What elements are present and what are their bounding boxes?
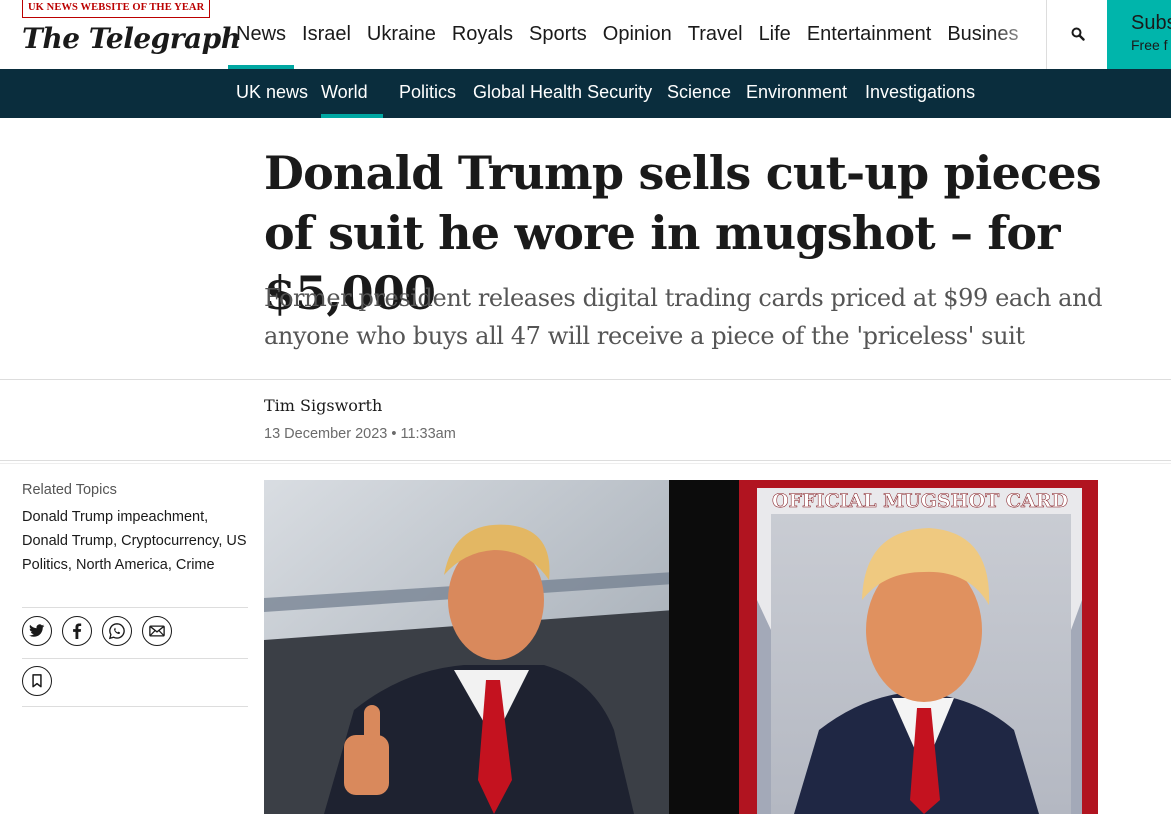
- search-icon: [1071, 27, 1085, 41]
- divider: [22, 706, 248, 707]
- divider: [0, 379, 1171, 380]
- nav-item-travel[interactable]: Travel: [680, 0, 751, 69]
- divider: [22, 607, 248, 608]
- subnav-item-uk-news[interactable]: UK news: [236, 69, 308, 115]
- subnav-item-global-health-security[interactable]: Global Health Security: [473, 69, 652, 115]
- nav-item-life[interactable]: Life: [751, 0, 799, 69]
- subscribe-title: Subs: [1131, 12, 1171, 34]
- author-name[interactable]: Tim Sigsworth: [264, 396, 382, 415]
- nav-item-royals[interactable]: Royals: [444, 0, 521, 69]
- nav-item-israel[interactable]: Israel: [294, 0, 359, 69]
- subscribe-button[interactable]: Subs Free f: [1107, 0, 1171, 69]
- award-badge: UK NEWS WEBSITE OF THE YEAR: [22, 0, 211, 18]
- share-facebook-button[interactable]: [62, 616, 92, 646]
- nav-item-sports[interactable]: Sports: [521, 0, 595, 69]
- top-bar: UK NEWS WEBSITE OF THE YEAR The Telegrap…: [0, 0, 1171, 69]
- bookmark-icon: [32, 674, 42, 688]
- article-standfirst: Former president releases digital tradin…: [264, 284, 1103, 350]
- subnav-active-indicator: [321, 114, 383, 118]
- related-topics-label: Related Topics: [22, 482, 117, 498]
- nav-fade: [990, 0, 1046, 69]
- telegraph-logo[interactable]: The Telegraph: [22, 22, 241, 55]
- nav-item-news[interactable]: News: [228, 0, 295, 69]
- save-article-button[interactable]: [22, 666, 52, 696]
- subnav-item-environment[interactable]: Environment: [746, 69, 847, 115]
- email-icon: [149, 625, 165, 637]
- whatsapp-icon: [108, 623, 125, 640]
- divider: [0, 463, 1171, 464]
- subnav-item-world[interactable]: World: [321, 69, 368, 115]
- publish-date: 13 December 2023 • 11:33am: [264, 426, 456, 442]
- share-twitter-button[interactable]: [22, 616, 52, 646]
- divider: [22, 658, 248, 659]
- subscribe-subtitle: Free f: [1131, 37, 1168, 53]
- main-nav: News Israel Ukraine Royals Sports Opinion Trav…: [228, 0, 1046, 69]
- subnav-item-investigations[interactable]: Investigations: [865, 69, 975, 115]
- card-caption: OFFICIAL MUGSHOT CARD: [772, 490, 1068, 512]
- search-button[interactable]: [1046, 0, 1108, 69]
- subnav-item-politics[interactable]: Politics: [399, 69, 456, 115]
- twitter-icon: [29, 624, 45, 637]
- article-image[interactable]: OFFICIAL MUGSHOT CARD: [264, 480, 1098, 814]
- nav-item-entertainment[interactable]: Entertainment: [799, 0, 940, 69]
- related-topics-list[interactable]: Donald Trump impeachment, Donald Trump, …: [22, 505, 248, 577]
- nav-item-opinion[interactable]: Opinion: [595, 0, 680, 69]
- section-nav: UK news World Politics Global Health Sec…: [0, 69, 1171, 118]
- nav-item-ukraine[interactable]: Ukraine: [359, 0, 444, 69]
- facebook-icon: [73, 623, 82, 639]
- divider: [0, 460, 1171, 461]
- subnav-item-science[interactable]: Science: [667, 69, 731, 115]
- share-whatsapp-button[interactable]: [102, 616, 132, 646]
- share-email-button[interactable]: [142, 616, 172, 646]
- article-photo: OFFICIAL MUGSHOT CARD: [264, 480, 1098, 814]
